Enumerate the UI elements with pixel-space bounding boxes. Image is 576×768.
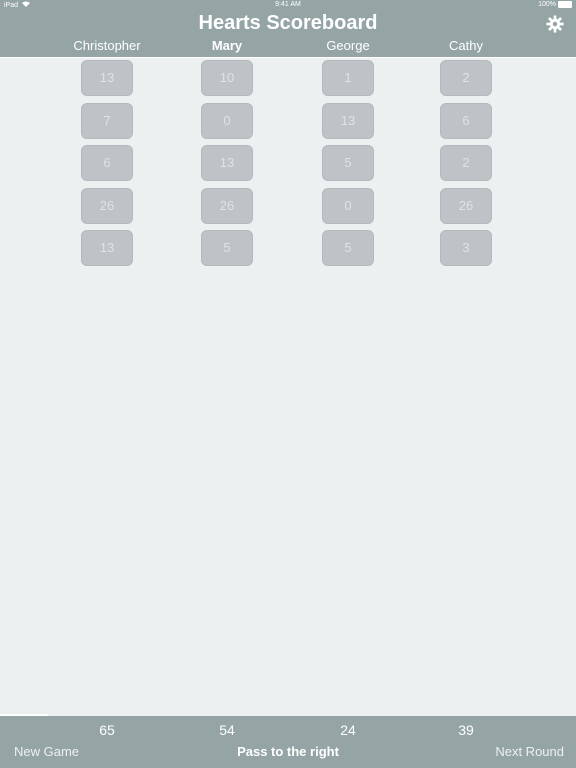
status-time: 9:41 AM	[275, 1, 301, 8]
score-cell[interactable]: 26	[440, 187, 492, 224]
score-cell[interactable]: 3	[440, 230, 492, 266]
score-cell[interactable]: 13	[201, 145, 253, 181]
total-score-3: 24	[340, 722, 356, 738]
player-name-1: Christopher	[73, 38, 141, 53]
score-cell[interactable]: 13	[81, 60, 133, 96]
total-score-4: 39	[458, 722, 474, 738]
gear-icon[interactable]	[546, 15, 564, 33]
player-name-2: Mary	[211, 38, 243, 53]
score-column-3: 1 13 5 0 5	[322, 60, 374, 273]
total-score-1: 65	[99, 722, 115, 738]
score-cell[interactable]: 26	[201, 187, 253, 224]
score-cell[interactable]: 2	[440, 60, 492, 96]
score-cell[interactable]: 26	[81, 187, 133, 224]
score-column-4: 2 6 2 26 3	[440, 60, 492, 273]
score-cell[interactable]: 6	[440, 102, 492, 139]
score-cell[interactable]: 2	[440, 145, 492, 181]
score-column-2: 10 0 13 26 5	[201, 60, 253, 273]
player-name-3: George	[326, 38, 370, 53]
score-cell[interactable]: 1	[322, 60, 374, 96]
footer-bar: 65 54 24 39 New Game Pass to the right N…	[0, 716, 576, 768]
header-bar: Hearts Scoreboard Christopher Mary Georg…	[0, 10, 576, 58]
score-cell[interactable]: 10	[201, 60, 253, 96]
score-cell[interactable]: 5	[322, 230, 374, 266]
score-cell[interactable]: 5	[322, 145, 374, 181]
battery-icon	[558, 1, 572, 8]
status-battery: 100%	[538, 1, 572, 8]
total-score-2: 54	[219, 722, 235, 738]
score-cell[interactable]: 0	[322, 187, 374, 224]
score-cell[interactable]: 13	[81, 230, 133, 266]
score-cell[interactable]: 5	[201, 230, 253, 266]
battery-percent: 100%	[538, 1, 556, 8]
score-cell[interactable]: 0	[201, 102, 253, 139]
score-cell[interactable]: 7	[81, 102, 133, 139]
score-cell[interactable]: 6	[81, 145, 133, 181]
player-name-4: Cathy	[449, 38, 483, 53]
next-round-button[interactable]: Next Round	[495, 744, 564, 759]
score-cell[interactable]: 13	[322, 102, 374, 139]
pass-direction-label: Pass to the right	[237, 744, 339, 759]
score-grid: 13 7 6 26 13 10 0 13 26 5 1 13 5 0 5 2 6…	[0, 58, 576, 714]
app-title: Hearts Scoreboard	[198, 12, 378, 34]
score-column-1: 13 7 6 26 13	[81, 60, 133, 273]
status-bar: iPad 9:41 AM 100%	[0, 0, 576, 10]
